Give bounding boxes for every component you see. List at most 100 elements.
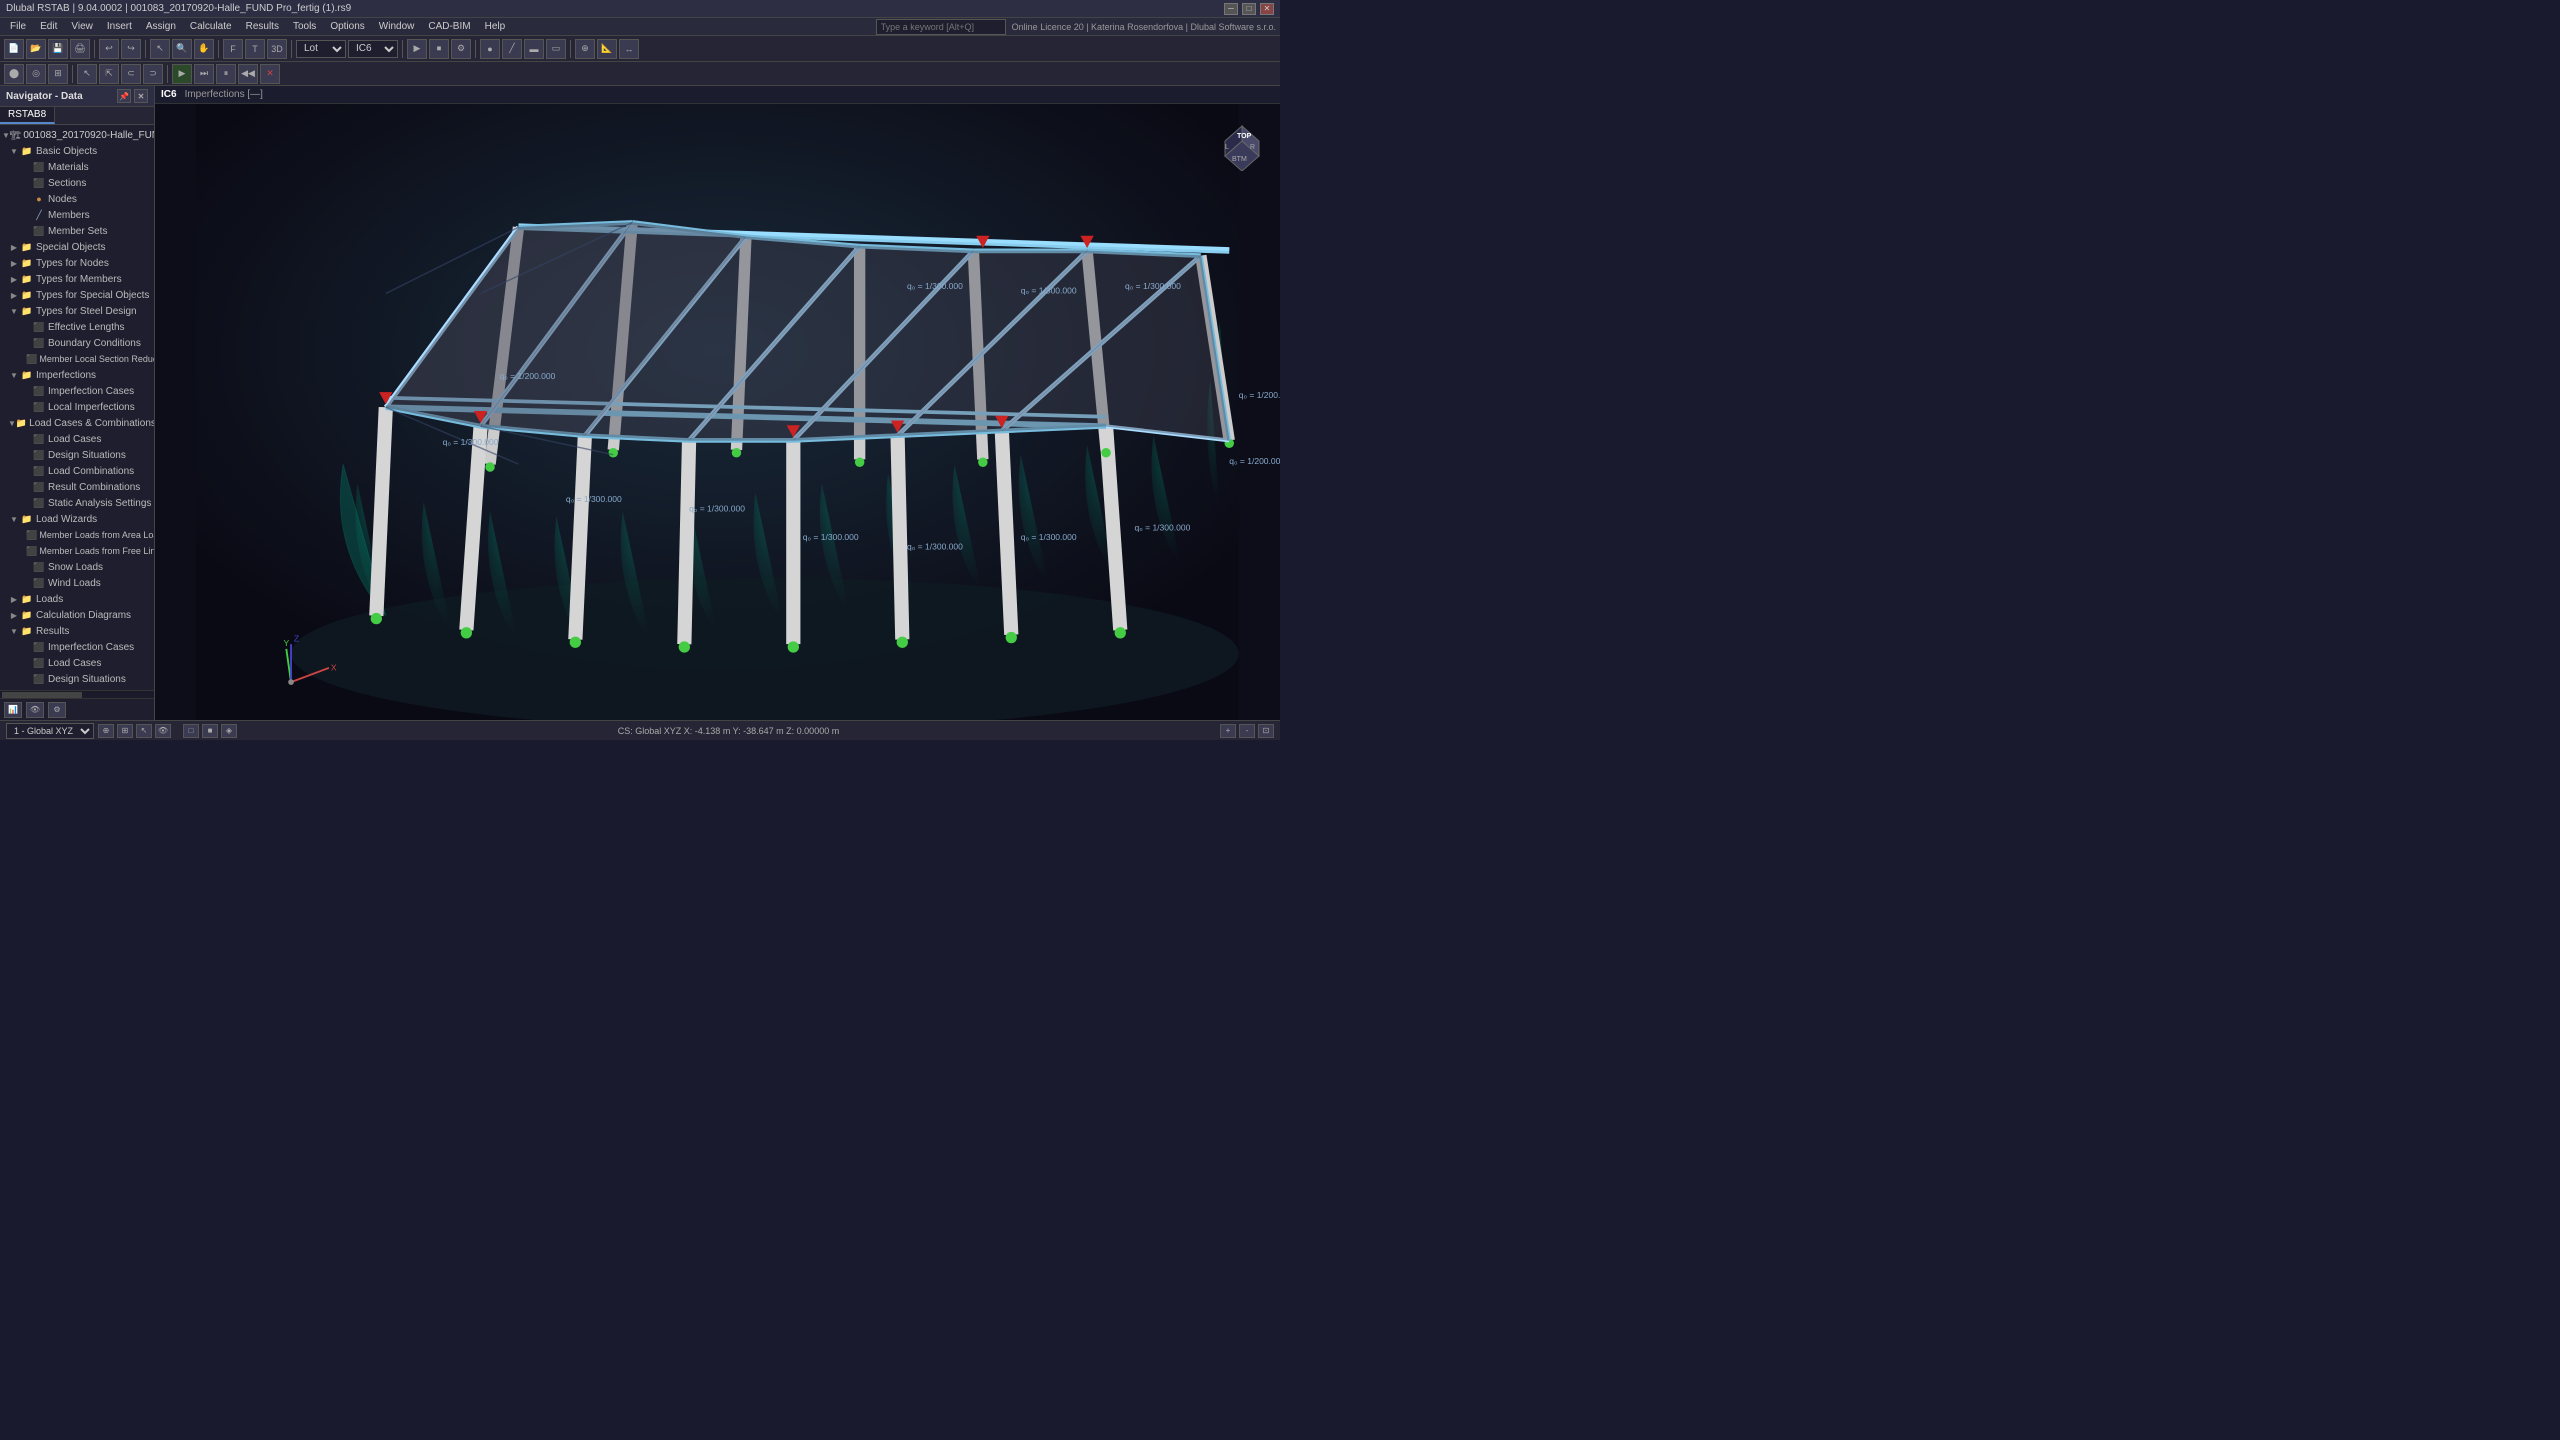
menu-help[interactable]: Help	[479, 19, 512, 34]
ic-combo[interactable]: IC6	[348, 40, 398, 58]
tree-result-combinations[interactable]: ▶ ⬛ Result Combinations	[0, 479, 154, 495]
keyword-search-input[interactable]	[876, 19, 1006, 35]
nav-btn-eye[interactable]: 👁	[26, 702, 44, 718]
tb2-pause[interactable]: ⏸	[216, 64, 236, 84]
minimize-button[interactable]: ─	[1224, 3, 1238, 15]
tree-loads[interactable]: ▶ 📁 Loads	[0, 591, 154, 607]
tb2-6[interactable]: ⊂	[121, 64, 141, 84]
tree-load-cases[interactable]: ▶ ⬛ Load Cases	[0, 431, 154, 447]
tree-static-analysis[interactable]: ▶ ⬛ Static Analysis Settings	[0, 495, 154, 511]
menu-tools[interactable]: Tools	[287, 19, 322, 34]
btn-select-mode[interactable]: ↖	[136, 724, 152, 738]
tree-member-free-load[interactable]: ▶ ⬛ Member Loads from Free Line Load	[0, 543, 154, 559]
tb-line[interactable]: ╱	[502, 39, 522, 59]
tb2-1[interactable]: ⬤	[4, 64, 24, 84]
tb-view-3d[interactable]: 3D	[267, 39, 287, 59]
tb-render[interactable]: ▶	[407, 39, 427, 59]
tb-new[interactable]: 📄	[4, 39, 24, 59]
tree-basic-objects[interactable]: ▼ 📁 Basic Objects	[0, 143, 154, 159]
menu-cad-bim[interactable]: CAD-BIM	[422, 19, 476, 34]
tb-undo[interactable]: ↩	[99, 39, 119, 59]
tree-design-situations[interactable]: ▶ ⬛ Design Situations	[0, 447, 154, 463]
nav-scrollbar-thumb[interactable]	[2, 692, 82, 698]
tb-measure[interactable]: 📐	[597, 39, 617, 59]
menu-insert[interactable]: Insert	[101, 19, 138, 34]
tb2-4[interactable]: ↖	[77, 64, 97, 84]
menu-edit[interactable]: Edit	[34, 19, 63, 34]
btn-solid[interactable]: ■	[202, 724, 218, 738]
tree-load-wizards[interactable]: ▼ 📁 Load Wizards	[0, 511, 154, 527]
tree-snow-loads[interactable]: ▶ ⬛ Snow Loads	[0, 559, 154, 575]
tb-select[interactable]: ↖	[150, 39, 170, 59]
viewport-3d[interactable]: IC6 Imperfections [—]	[155, 86, 1280, 720]
close-button[interactable]: ✕	[1260, 3, 1274, 15]
tree-member-local[interactable]: ▶ ⬛ Member Local Section Reductions	[0, 351, 154, 367]
lot-combo[interactable]: Lot	[296, 40, 346, 58]
tree-types-steel[interactable]: ▼ 📁 Types for Steel Design	[0, 303, 154, 319]
tb2-3[interactable]: ⊞	[48, 64, 68, 84]
tree-res-imperfection[interactable]: ▶ ⬛ Imperfection Cases	[0, 639, 154, 655]
tree-res-design-sit[interactable]: ▶ ⬛ Design Situations	[0, 671, 154, 687]
tb-zoom[interactable]: 🔍	[172, 39, 192, 59]
tb2-play[interactable]: ▶	[172, 64, 192, 84]
tree-types-nodes[interactable]: ▶ 📁 Types for Nodes	[0, 255, 154, 271]
tb-stop[interactable]: ⏹	[429, 39, 449, 59]
tb-node[interactable]: ●	[480, 39, 500, 59]
tree-types-special[interactable]: ▶ 📁 Types for Special Objects	[0, 287, 154, 303]
tree-member-sets[interactable]: ▶ ⬛ Member Sets	[0, 223, 154, 239]
tb-member[interactable]: ▬	[524, 39, 544, 59]
menu-view[interactable]: View	[65, 19, 99, 34]
nav-pin-button[interactable]: 📌	[117, 89, 131, 103]
coord-system-select[interactable]: 1 - Global XYZ	[6, 723, 94, 739]
tree-sections[interactable]: ▶ ⬛ Sections	[0, 175, 154, 191]
tb2-5[interactable]: ⇱	[99, 64, 119, 84]
tb-pan[interactable]: ✋	[194, 39, 214, 59]
btn-fit[interactable]: ⊡	[1258, 724, 1274, 738]
tb-save[interactable]: 💾	[48, 39, 68, 59]
tree-nodes[interactable]: ▶ ● Nodes	[0, 191, 154, 207]
tb2-cross[interactable]: ✕	[260, 64, 280, 84]
tree-types-members[interactable]: ▶ 📁 Types for Members	[0, 271, 154, 287]
tb-print[interactable]: 🖨	[70, 39, 90, 59]
tb2-rewind[interactable]: ◀◀	[238, 64, 258, 84]
tb-view-top[interactable]: T	[245, 39, 265, 59]
menu-calculate[interactable]: Calculate	[184, 19, 238, 34]
btn-render2[interactable]: ◈	[221, 724, 237, 738]
tb-snap[interactable]: ⊕	[575, 39, 595, 59]
btn-zoom-out[interactable]: -	[1239, 724, 1255, 738]
nav-btn-data[interactable]: 📊	[4, 702, 22, 718]
btn-zoom-in[interactable]: +	[1220, 724, 1236, 738]
tree-root[interactable]: ▼ 🏗 001083_20170920-Halle_FUND Pro_fer..…	[0, 127, 154, 143]
menu-window[interactable]: Window	[373, 19, 421, 34]
tree-res-load-cases[interactable]: ▶ ⬛ Load Cases	[0, 655, 154, 671]
menu-assign[interactable]: Assign	[140, 19, 182, 34]
tree-imperfection-cases[interactable]: ▶ ⬛ Imperfection Cases	[0, 383, 154, 399]
menu-results[interactable]: Results	[240, 19, 285, 34]
tb-settings[interactable]: ⚙	[451, 39, 471, 59]
tree-load-combinations[interactable]: ▶ ⬛ Load Combinations	[0, 463, 154, 479]
tb2-step[interactable]: ⏭	[194, 64, 214, 84]
tb-view-front[interactable]: F	[223, 39, 243, 59]
btn-grid[interactable]: ⊞	[117, 724, 133, 738]
tree-boundary-conditions[interactable]: ▶ ⬛ Boundary Conditions	[0, 335, 154, 351]
btn-wireframe[interactable]: □	[183, 724, 199, 738]
maximize-button[interactable]: □	[1242, 3, 1256, 15]
tree-special-objects[interactable]: ▶ 📁 Special Objects	[0, 239, 154, 255]
nav-tab-rstab8[interactable]: RSTAB8	[0, 107, 55, 124]
tree-wind-loads[interactable]: ▶ ⬛ Wind Loads	[0, 575, 154, 591]
btn-snap-on[interactable]: ⊕	[98, 724, 114, 738]
tree-imperfections[interactable]: ▼ 📁 Imperfections	[0, 367, 154, 383]
btn-view-toggle[interactable]: 👁	[155, 724, 171, 738]
tree-members[interactable]: ▶ ╱ Members	[0, 207, 154, 223]
menu-file[interactable]: File	[4, 19, 32, 34]
nav-btn-settings2[interactable]: ⚙	[48, 702, 66, 718]
tree-calc-diagrams[interactable]: ▶ 📁 Calculation Diagrams	[0, 607, 154, 623]
tb2-7[interactable]: ⊃	[143, 64, 163, 84]
nav-close-button[interactable]: ✕	[134, 89, 148, 103]
tb-dimension[interactable]: ↔	[619, 39, 639, 59]
tb-open[interactable]: 📂	[26, 39, 46, 59]
menu-options[interactable]: Options	[324, 19, 370, 34]
tb-redo[interactable]: ↪	[121, 39, 141, 59]
nav-horizontal-scrollbar[interactable]	[0, 690, 154, 698]
tree-load-cases-comb[interactable]: ▼ 📁 Load Cases & Combinations	[0, 415, 154, 431]
